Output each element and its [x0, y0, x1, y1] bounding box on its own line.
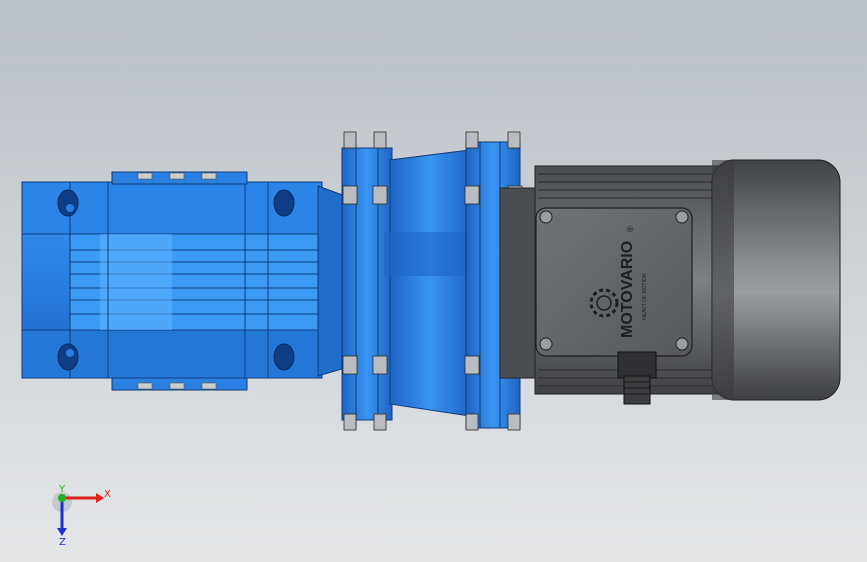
brand-tagline: HEART OF MOTION [642, 273, 648, 320]
registered-mark: ® [626, 226, 635, 232]
motor-flange [499, 187, 541, 379]
adapter-body[interactable] [389, 149, 471, 417]
y-axis-label: Y [58, 484, 66, 495]
adapter-window [384, 232, 478, 276]
fan-cover-rim [712, 160, 734, 400]
gearbox-input-neck [317, 185, 346, 377]
mount-slot-top-right [273, 189, 295, 217]
orientation-triad: X Y Z [52, 484, 111, 548]
electric-motor[interactable]: MOTOVARIO ® HEART OF MOTION [499, 159, 841, 405]
mount-slot-bottom-right [273, 343, 295, 371]
fin-highlight [100, 234, 172, 330]
z-axis-head [57, 528, 67, 536]
cable-gland[interactable] [617, 351, 657, 405]
terminal-box[interactable] [535, 207, 693, 357]
gearbox-housing[interactable] [21, 171, 346, 391]
mount-slot-bottom-left [57, 343, 79, 371]
z-axis-label: Z [59, 537, 66, 548]
y-axis-dot [58, 494, 66, 502]
mount-slot-top-left [57, 189, 79, 217]
graphics-viewport[interactable]: MOTOVARIO ® HEART OF MOTION X Y Z [0, 0, 867, 562]
x-axis-head [96, 493, 104, 503]
x-axis-label: X [104, 489, 111, 500]
motor-adapter[interactable] [341, 131, 523, 431]
brand-text: MOTOVARIO [619, 241, 636, 338]
gearmotor-model[interactable]: MOTOVARIO ® HEART OF MOTION [0, 0, 867, 562]
